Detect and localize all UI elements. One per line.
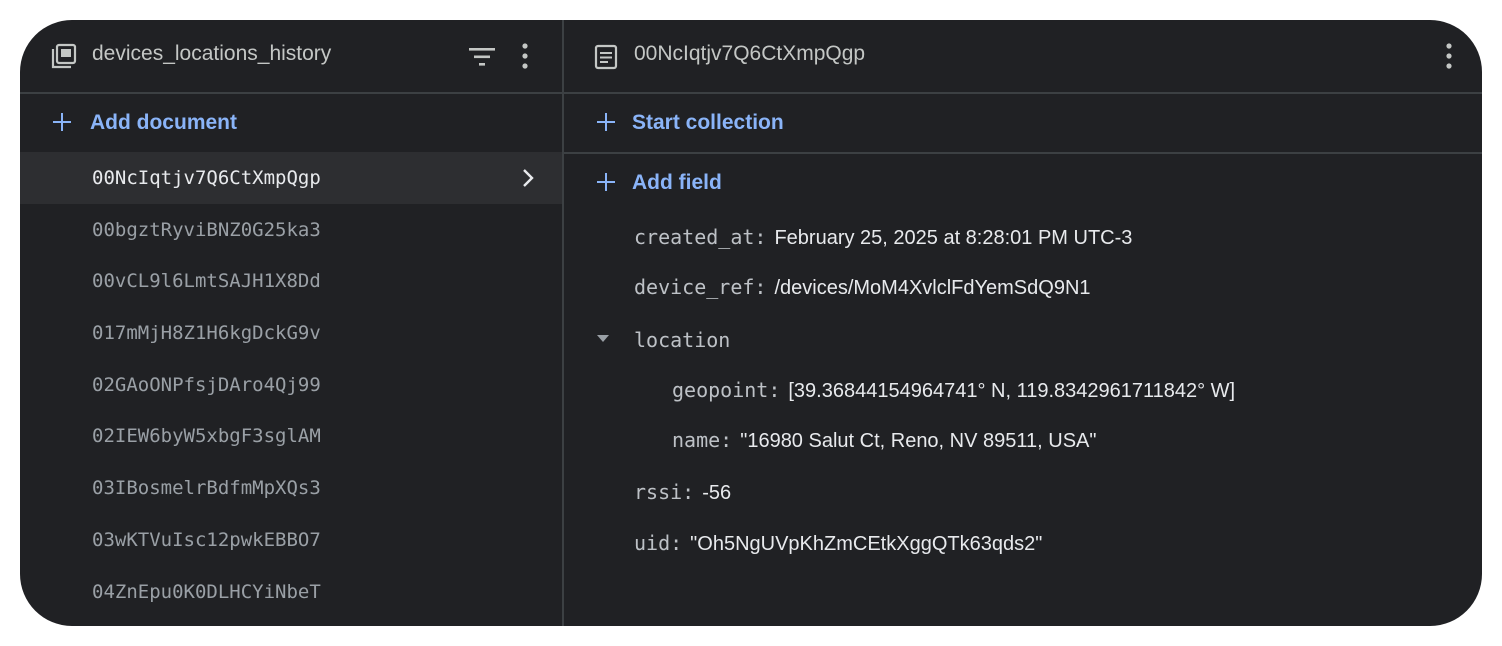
field-value: -56 — [702, 482, 732, 504]
field-value: "16980 Salut Ct, Reno, NV 89511, USA" — [740, 430, 1097, 452]
document-id: 00bgztRyviBNZ0G25ka3 — [92, 218, 321, 241]
field-key: created_at: — [634, 225, 767, 249]
document-id: 02GAoONPfsjDAro4Qj99 — [92, 373, 321, 396]
field-key: name: — [672, 428, 733, 452]
field-value: [39.36844154964741° N, 119.8342961711842… — [788, 380, 1236, 402]
collection-panel: devices_locations_history Add document 0… — [20, 20, 564, 626]
document-id: 00NcIqtjv7Q6CtXmpQgp — [92, 167, 321, 189]
field-rssi[interactable]: rssi: -56 — [634, 480, 731, 505]
document-id: 03IBosmelrBdfmMpXQs3 — [92, 477, 321, 500]
document-item-selected[interactable]: 00NcIqtjv7Q6CtXmpQgp — [20, 152, 562, 204]
document-panel: 00NcIqtjv7Q6CtXmpQgp Start collection Ad… — [564, 20, 1482, 626]
more-vert-icon[interactable] — [518, 42, 532, 72]
start-collection-button[interactable]: Start collection — [564, 94, 1482, 152]
document-id: 00vCL9l6LmtSAJH1X8Dd — [92, 270, 321, 293]
field-key: geopoint: — [672, 378, 781, 402]
document-title: 00NcIqtjv7Q6CtXmpQgp — [634, 42, 866, 65]
collection-title: devices_locations_history — [92, 42, 332, 65]
field-value: "Oh5NgUVpKhZmCEtkXggQTk63qds2" — [690, 533, 1043, 555]
document-item[interactable]: 03IBosmelrBdfmMpXQs3 — [20, 462, 562, 514]
field-location-name[interactable]: name: "16980 Salut Ct, Reno, NV 89511, US… — [672, 428, 1096, 453]
chevron-right-icon — [523, 169, 534, 187]
add-document-button[interactable]: Add document — [20, 94, 562, 152]
field-value: /devices/MoM4XvlclFdYemSdQ9N1 — [774, 277, 1091, 299]
document-id: 017mMjH8Z1H6kgDckG9v — [92, 322, 321, 345]
document-id: 04ZnEpu0K0DLHCYiNbeT — [92, 580, 321, 603]
filter-icon[interactable] — [468, 45, 496, 69]
add-field-label: Add field — [632, 171, 722, 194]
document-header: 00NcIqtjv7Q6CtXmpQgp — [564, 20, 1482, 94]
field-value: February 25, 2025 at 8:28:01 PM UTC-3 — [774, 227, 1133, 249]
document-item[interactable]: 03wKTVuIsc12pwkEBBO7 — [20, 514, 562, 566]
field-uid[interactable]: uid: "Oh5NgUVpKhZmCEtkXggQTk63qds2" — [634, 531, 1042, 556]
document-item[interactable]: 04ZnEpu0K0DLHCYiNbeT — [20, 566, 562, 618]
document-id: 03wKTVuIsc12pwkEBBO7 — [92, 528, 321, 551]
start-collection-label: Start collection — [632, 111, 784, 134]
collection-header: devices_locations_history — [20, 20, 562, 94]
document-icon — [594, 44, 618, 70]
plus-icon — [595, 171, 617, 193]
add-field-button[interactable]: Add field — [564, 154, 1482, 212]
expand-triangle-icon[interactable] — [596, 334, 610, 344]
field-key: device_ref: — [634, 275, 767, 299]
document-item[interactable]: 017mMjH8Z1H6kgDckG9v — [20, 307, 562, 359]
field-key: location — [634, 328, 731, 352]
document-item[interactable]: 00vCL9l6LmtSAJH1X8Dd — [20, 255, 562, 307]
document-list: 00NcIqtjv7Q6CtXmpQgp 00bgztRyviBNZ0G25ka… — [20, 152, 562, 617]
collection-icon — [51, 43, 77, 69]
field-location[interactable]: location — [634, 328, 730, 352]
field-location-geopoint[interactable]: geopoint: [39.36844154964741° N, 119.8342… — [672, 378, 1235, 403]
add-document-label: Add document — [90, 111, 237, 134]
document-item[interactable]: 02IEW6byW5xbgF3sglAM — [20, 410, 562, 462]
field-created-at[interactable]: created_at: February 25, 2025 at 8:28:01 … — [634, 225, 1132, 250]
document-item[interactable]: 02GAoONPfsjDAro4Qj99 — [20, 359, 562, 411]
plus-icon — [51, 111, 73, 133]
more-vert-icon[interactable] — [1442, 42, 1456, 72]
document-item[interactable]: 00bgztRyviBNZ0G25ka3 — [20, 204, 562, 256]
plus-icon — [595, 111, 617, 133]
field-key: uid: — [634, 531, 683, 555]
document-id: 02IEW6byW5xbgF3sglAM — [92, 425, 321, 448]
field-key: rssi: — [634, 480, 695, 504]
firestore-data-viewer: devices_locations_history Add document 0… — [20, 20, 1482, 626]
field-device-ref[interactable]: device_ref: /devices/MoM4XvlclFdYemSdQ9N1 — [634, 275, 1091, 300]
